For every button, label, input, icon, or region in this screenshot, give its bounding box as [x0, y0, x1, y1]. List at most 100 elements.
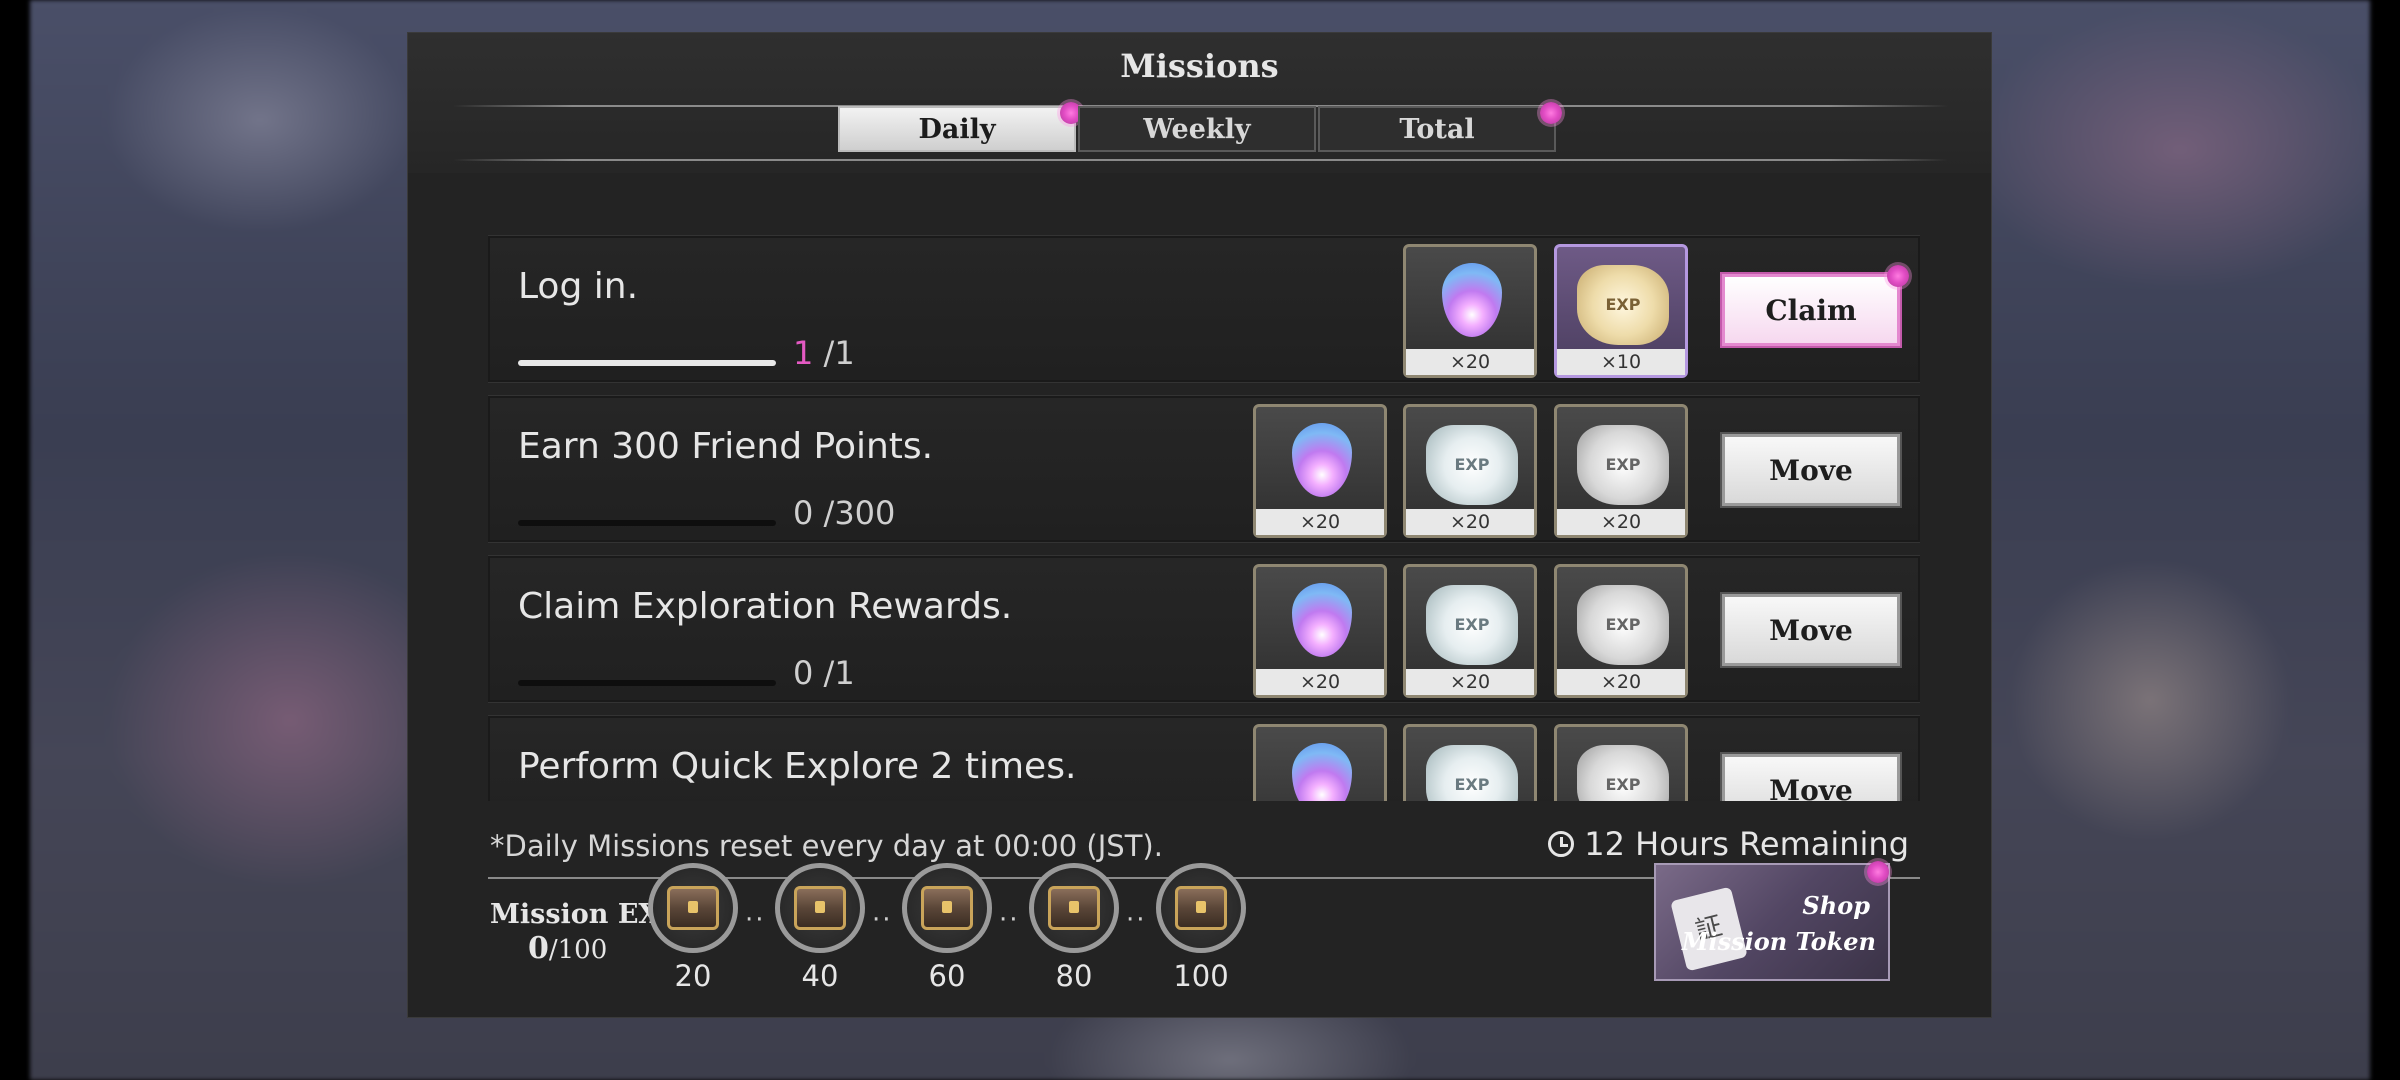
spirit-orb-icon	[1292, 583, 1352, 657]
reward-qty: ×20	[1256, 509, 1384, 535]
progress-current: 0	[793, 654, 814, 692]
reward-chest	[648, 863, 738, 953]
exp-milestone[interactable]: 20	[648, 863, 738, 993]
reward-item[interactable]: EXP ×20	[1554, 564, 1688, 698]
mission-progress-text: 0 /1	[793, 654, 855, 692]
progress-current: 1	[793, 334, 814, 372]
clock-icon	[1548, 831, 1575, 857]
notification-dot	[1887, 265, 1909, 287]
mission-progress-bar	[518, 520, 776, 526]
progress-total: /300	[823, 494, 896, 532]
page-title: Missions	[1120, 47, 1279, 85]
exp-milestone[interactable]: 40	[775, 863, 865, 993]
reward-chest	[1029, 863, 1119, 953]
mission-list[interactable]: Log in. 1 /1 ×20 EXP ×10 Claim Earn 300 …	[488, 201, 1920, 801]
mission-token-label: Mission Token	[1681, 927, 1876, 956]
mission-row-friend-points: Earn 300 Friend Points. 0 /300 ×20 EXP ×…	[488, 395, 1920, 543]
reward-item[interactable]: ×20	[1403, 244, 1537, 378]
spirit-orb-icon	[1292, 423, 1352, 497]
milestone-value: 100	[1173, 959, 1229, 993]
claim-button[interactable]: Claim	[1720, 265, 1909, 348]
claim-button-label: Claim	[1765, 293, 1857, 327]
reward-item[interactable]: EXP ×20	[1403, 404, 1537, 538]
reward-qty: ×20	[1256, 669, 1384, 695]
mission-progress-text: 0 /300	[793, 494, 895, 532]
progress-fill	[518, 360, 776, 366]
reset-note: *Daily Missions reset every day at 00:00…	[490, 829, 1163, 863]
tab-weekly[interactable]: Weekly	[1078, 106, 1316, 152]
notification-dot	[1867, 861, 1889, 883]
progress-current: 0	[793, 494, 814, 532]
reward-chest	[775, 863, 865, 953]
tab-total[interactable]: Total	[1318, 102, 1562, 152]
milestone-value: 80	[1055, 959, 1093, 993]
tab-label: Total	[1399, 113, 1475, 145]
mission-token-shop-button[interactable]: 証 Shop Mission Token	[1654, 861, 1890, 981]
chest-icon	[1175, 886, 1227, 930]
reward-item[interactable]: EXP	[1403, 724, 1537, 801]
mission-row-exploration-rewards: Claim Exploration Rewards. 0 /1 ×20 EXP …	[488, 555, 1920, 703]
reward-item[interactable]: EXP	[1554, 724, 1688, 801]
reward-qty: ×20	[1557, 669, 1685, 695]
milestone-connector: ··	[999, 905, 1020, 935]
grey-exp-scroll-icon: EXP	[1577, 585, 1669, 665]
milestone-connector: ··	[872, 905, 893, 935]
milestone-value: 40	[801, 959, 839, 993]
gold-exp-scroll-icon: EXP	[1577, 265, 1669, 345]
mission-title: Log in.	[518, 266, 639, 307]
progress-total: /1	[823, 334, 855, 372]
reward-item[interactable]: ×20	[1253, 564, 1387, 698]
grey-exp-scroll-icon: EXP	[1577, 425, 1669, 505]
notification-dot	[1540, 102, 1562, 124]
header-divider-bottom	[453, 159, 1948, 161]
move-button[interactable]: Move	[1720, 432, 1902, 508]
chest-icon	[1048, 886, 1100, 930]
silver-exp-scroll-icon: EXP	[1426, 585, 1518, 665]
time-remaining: 12 Hours Remaining	[1548, 825, 1909, 863]
reward-qty: ×20	[1406, 349, 1534, 375]
mission-title: Claim Exploration Rewards.	[518, 586, 1013, 627]
mission-progress-bar	[518, 360, 776, 366]
reward-item[interactable]: ×20	[1253, 404, 1387, 538]
mission-title: Perform Quick Explore 2 times.	[518, 746, 1077, 787]
mission-exp-value: 0/100	[528, 931, 607, 966]
chest-icon	[921, 886, 973, 930]
reward-item[interactable]	[1253, 724, 1387, 801]
mission-row-quick-explore: Perform Quick Explore 2 times. EXP EXP M…	[488, 715, 1920, 801]
reward-qty: ×10	[1557, 349, 1685, 375]
shop-label: Shop	[1802, 891, 1870, 920]
reward-qty: ×20	[1406, 669, 1534, 695]
spirit-orb-icon	[1442, 263, 1502, 337]
reward-qty: ×20	[1406, 509, 1534, 535]
exp-milestone[interactable]: 100	[1156, 863, 1246, 993]
tab-label: Weekly	[1143, 113, 1251, 145]
chest-icon	[794, 886, 846, 930]
exp-milestone[interactable]: 80	[1029, 863, 1119, 993]
mission-progress-text: 1 /1	[793, 334, 855, 372]
mission-exp-max: /100	[548, 935, 608, 965]
mission-row-log-in: Log in. 1 /1 ×20 EXP ×10 Claim	[488, 235, 1920, 383]
mission-tabs: Daily Weekly Total	[838, 102, 1562, 156]
tab-label: Daily	[918, 113, 996, 145]
milestone-value: 60	[928, 959, 966, 993]
exp-milestone[interactable]: 60	[902, 863, 992, 993]
reward-item[interactable]: EXP ×20	[1554, 404, 1688, 538]
milestone-value: 20	[674, 959, 712, 993]
panel-header: Missions Daily Weekly Total	[408, 33, 1991, 173]
move-button[interactable]: Move	[1720, 752, 1902, 801]
missions-panel: Missions Daily Weekly Total Log in. 1 /1	[407, 32, 1992, 1018]
mission-progress-bar	[518, 680, 776, 686]
tab-daily[interactable]: Daily	[838, 102, 1082, 152]
milestone-connector: ··	[745, 905, 766, 935]
reward-qty: ×20	[1557, 509, 1685, 535]
mission-exp-current: 0	[528, 931, 549, 966]
reward-item[interactable]: EXP ×10	[1554, 244, 1688, 378]
reward-item[interactable]: EXP ×20	[1403, 564, 1537, 698]
milestone-connector: ··	[1126, 905, 1147, 935]
reward-chest	[1156, 863, 1246, 953]
spirit-orb-icon	[1292, 743, 1352, 801]
progress-total: /1	[823, 654, 855, 692]
time-remaining-label: 12 Hours Remaining	[1584, 825, 1909, 863]
move-button[interactable]: Move	[1720, 592, 1902, 668]
reward-chest	[902, 863, 992, 953]
